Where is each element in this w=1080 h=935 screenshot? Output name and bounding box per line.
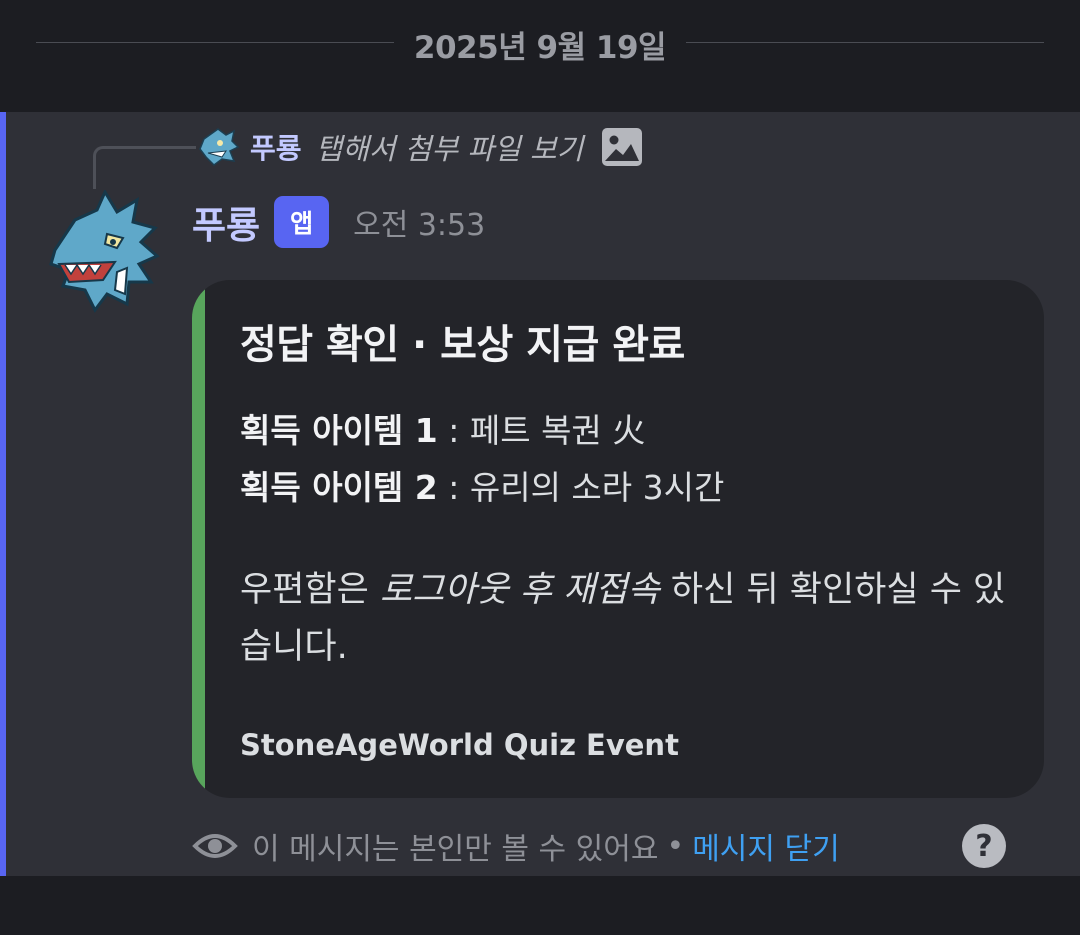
divider-line-right (686, 42, 1044, 43)
reply-preview[interactable]: 푸룡 탭해서 첨부 파일 보기 (196, 122, 643, 172)
embed-title: 정답 확인 · 보상 지급 완료 (240, 322, 685, 368)
date-label: 2025년 9월 19일 (413, 30, 667, 66)
dismiss-message-link[interactable]: 메시지 닫기 (692, 824, 840, 868)
separator-dot: • (666, 828, 685, 864)
item-line-1: 획득 아이템 1 : 페트 복권 火 (240, 404, 645, 452)
image-icon (602, 128, 643, 166)
item-label: 획득 아이템 2 (240, 468, 438, 507)
item-separator: : (437, 468, 470, 507)
reply-text[interactable]: 탭해서 첨부 파일 보기 (316, 126, 584, 168)
eye-icon (192, 834, 238, 858)
item-value: 페트 복권 火 (469, 411, 646, 450)
author-name[interactable]: 푸룡 (192, 195, 260, 249)
message-header: 푸룡 앱 오전 3:53 (192, 192, 485, 252)
item-line-2: 획득 아이템 2 : 유리의 소라 3시간 (240, 461, 724, 509)
app-badge: 앱 (274, 196, 330, 248)
message-container[interactable]: 푸룡 탭해서 첨부 파일 보기 푸룡 앱 오전 3:53 정답 확인 · 보상 … (0, 112, 1080, 876)
item-label: 획득 아이템 1 (240, 411, 438, 450)
embed-description: 우편함은 로그아웃 후 재접속 하신 뒤 확인하실 수 있습니다. (240, 562, 1020, 676)
date-divider: 2025년 9월 19일 (0, 0, 1080, 112)
item-separator: : (437, 411, 470, 450)
item-value: 유리의 소라 3시간 (469, 468, 725, 507)
body-prefix: 우편함은 (240, 570, 380, 610)
reply-author[interactable]: 푸룡 (250, 127, 302, 167)
embed-card: 정답 확인 · 보상 지급 완료 획득 아이템 1 : 페트 복권 火 획득 아… (192, 280, 1044, 798)
highlight-bar (0, 112, 6, 876)
ephemeral-notice: 이 메시지는 본인만 볼 수 있어요 • 메시지 닫기 (192, 820, 840, 872)
help-icon[interactable]: ? (962, 824, 1006, 868)
embed-footer: StoneAgeWorld Quiz Event (240, 728, 679, 762)
embed-accent-bar (192, 280, 205, 798)
ephemeral-text: 이 메시지는 본인만 볼 수 있어요 (252, 832, 659, 867)
reply-avatar[interactable] (196, 125, 240, 169)
body-emphasis: 로그아웃 후 재접속 (379, 570, 660, 610)
timestamp: 오전 3:53 (353, 208, 486, 243)
reply-connector (93, 146, 196, 189)
avatar[interactable] (45, 190, 160, 315)
